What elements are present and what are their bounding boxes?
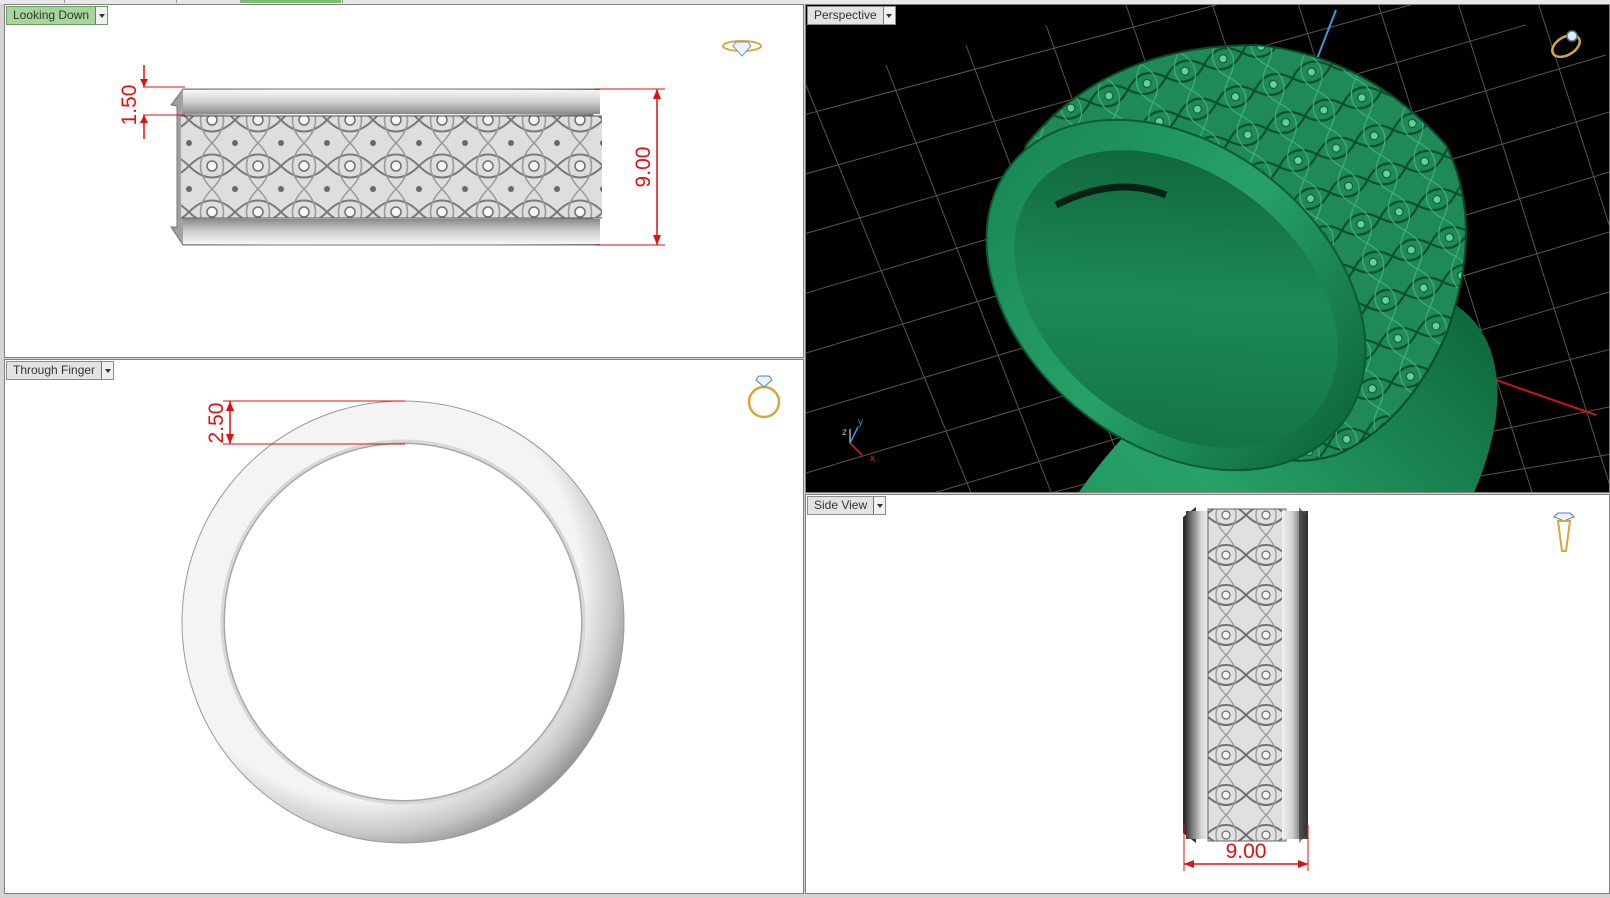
viewport-tab-looking-down[interactable]: Looking Down	[6, 6, 109, 25]
viewport-tab-through-finger[interactable]: Through Finger	[6, 361, 115, 380]
ring-top-view-icon	[722, 40, 762, 57]
axis-y-label: y	[858, 417, 863, 428]
viewport-perspective[interactable]: Perspective z y x	[805, 4, 1610, 493]
through-finger-canvas: 2.50	[181, 375, 781, 844]
viewport-through-finger[interactable]: Through Finger 2.50	[4, 359, 804, 894]
viewport-label: Through Finger	[13, 363, 96, 377]
side-view-canvas: 9.00	[1183, 507, 1575, 871]
tab-strip-segment[interactable]	[342, 0, 373, 3]
viewport-label: Perspective	[814, 8, 877, 22]
viewport-label: Looking Down	[13, 8, 90, 22]
ring-side-view-icon	[1553, 512, 1575, 552]
tab-strip-segment-active[interactable]	[240, 0, 341, 3]
ring-perspective-icon	[1551, 30, 1581, 59]
ring-lattice-pattern	[181, 116, 602, 218]
viewport-side-view[interactable]: Side View 9.00	[805, 494, 1610, 894]
viewport-tab-perspective[interactable]: Perspective	[807, 6, 896, 25]
chevron-down-icon[interactable]	[95, 7, 108, 24]
ring-front-view-icon	[747, 375, 781, 419]
dimension-side-width: 9.00	[1226, 840, 1267, 863]
viewport-tab-side-view[interactable]: Side View	[807, 496, 887, 515]
tab-strip-segment[interactable]	[64, 0, 175, 3]
viewport-label: Side View	[814, 498, 868, 512]
tab-strip-segment[interactable]	[176, 0, 239, 3]
dimension-band-width: 9.00	[632, 147, 655, 188]
axis-x-label: x	[870, 453, 875, 464]
chevron-down-icon[interactable]	[873, 497, 886, 514]
dimension-shoulder-height: 1.50	[118, 85, 141, 126]
ring-side-view	[1183, 507, 1308, 843]
axis-z-label: z	[842, 427, 847, 438]
chevron-down-icon[interactable]	[101, 362, 114, 379]
perspective-canvas: z y x	[806, 5, 1609, 492]
dimension-band-thickness: 2.50	[205, 403, 228, 444]
chevron-down-icon[interactable]	[882, 7, 895, 24]
viewport-looking-down[interactable]: Looking Down 1.50 9.00	[4, 4, 804, 358]
looking-down-canvas: 1.50 9.00	[118, 40, 762, 246]
ring-perspective-render	[985, 43, 1498, 492]
